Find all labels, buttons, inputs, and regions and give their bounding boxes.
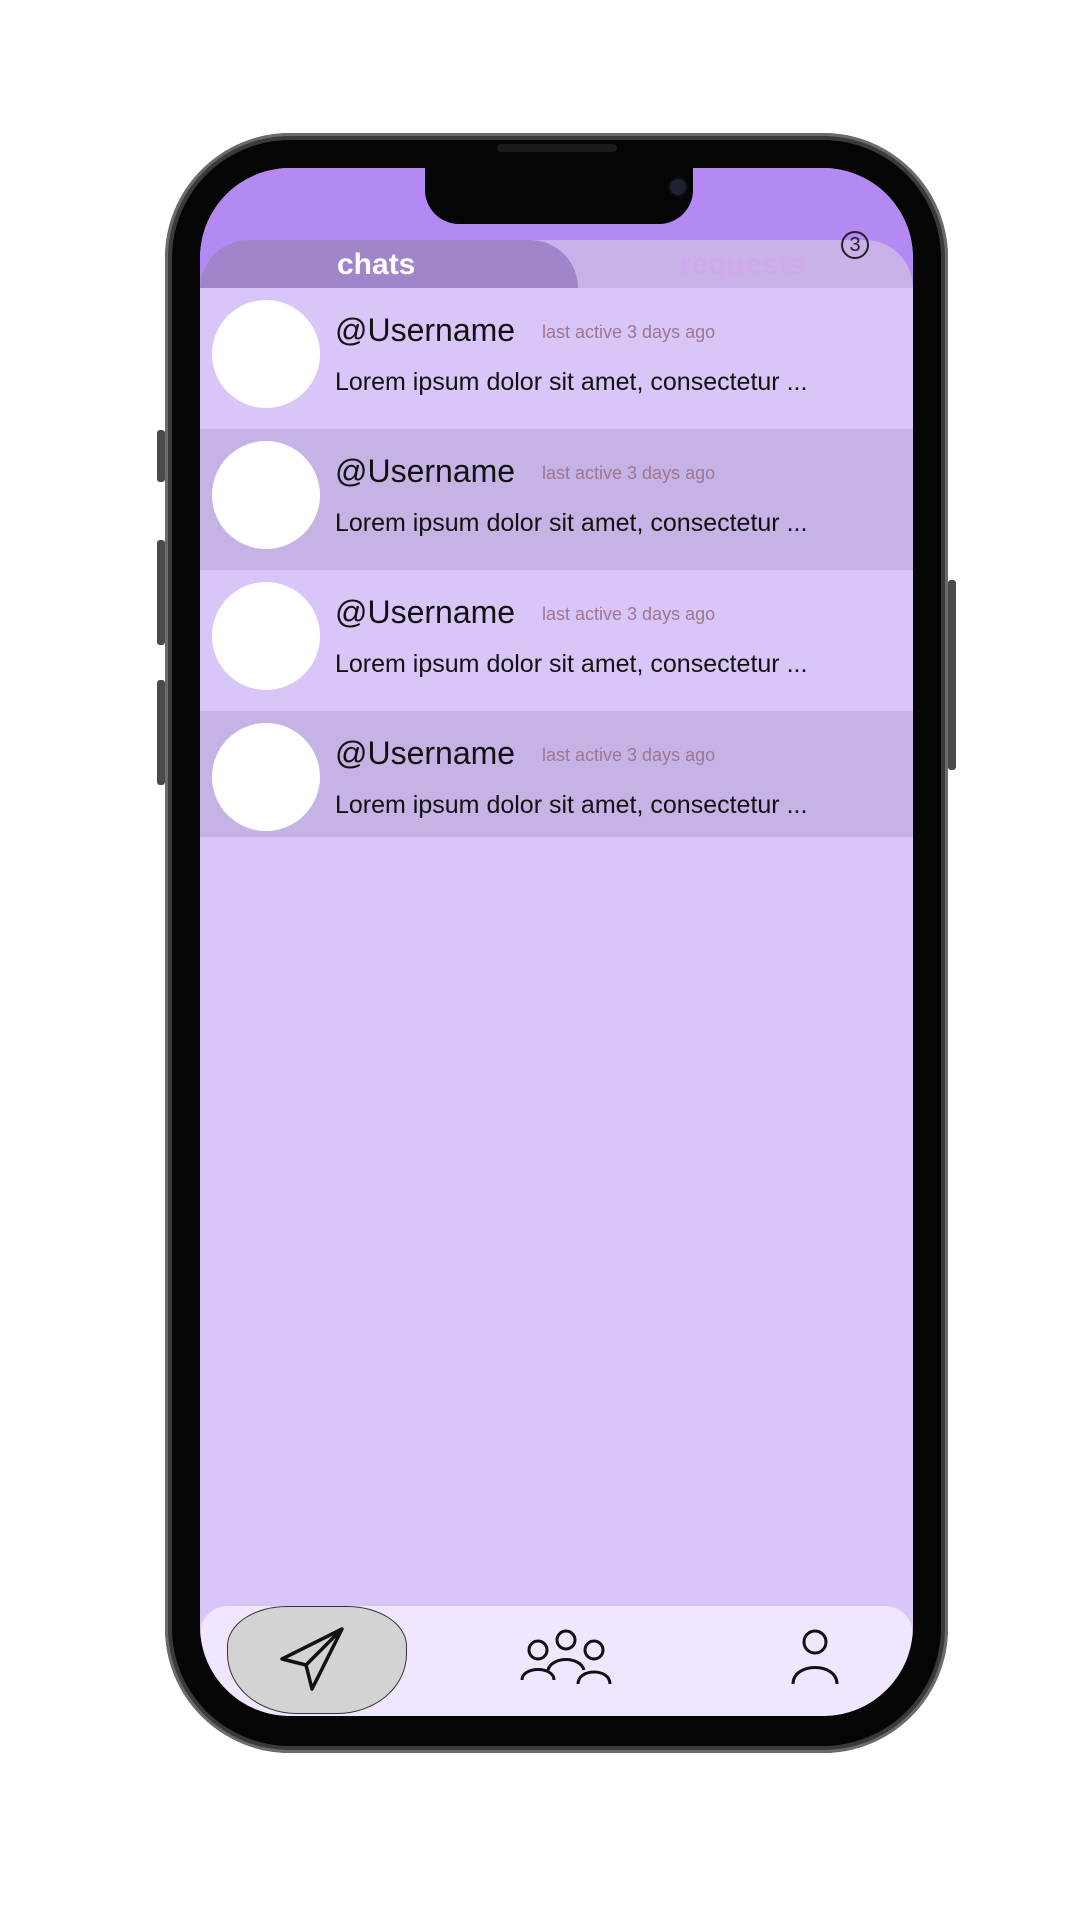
chat-preview: Lorem ipsum dolor sit amet, consectetur … xyxy=(335,368,808,396)
bottom-nav xyxy=(200,1606,913,1716)
chat-last-active: last active 3 days ago xyxy=(542,322,716,342)
notch xyxy=(425,168,693,224)
requests-badge: 3 xyxy=(841,231,869,259)
avatar xyxy=(212,300,320,408)
chat-username: @Username xyxy=(335,453,516,489)
chat-preview: Lorem ipsum dolor sit amet, consectetur … xyxy=(335,509,808,537)
group-icon[interactable] xyxy=(518,1628,614,1688)
tab-chats[interactable]: chats xyxy=(200,240,578,288)
phone-screen: requests 3 chats @Username last active 3… xyxy=(200,168,913,1716)
avatar xyxy=(212,441,320,549)
chat-last-active: last active 3 days ago xyxy=(542,463,716,483)
phone-side-button xyxy=(948,580,956,770)
nav-send-button[interactable] xyxy=(227,1606,407,1714)
chat-preview: Lorem ipsum dolor sit amet, consectetur … xyxy=(335,650,808,678)
phone-speaker xyxy=(497,144,617,152)
phone-side-button xyxy=(157,430,165,482)
avatar xyxy=(212,582,320,690)
chat-last-active: last active 3 days ago xyxy=(542,604,716,624)
chat-username: @Username xyxy=(335,312,516,348)
chat-list-item[interactable]: @Username last active 3 days ago Lorem i… xyxy=(200,570,913,711)
profile-icon[interactable] xyxy=(790,1628,840,1686)
phone-side-button xyxy=(157,540,165,645)
chat-list-item[interactable]: @Username last active 3 days ago Lorem i… xyxy=(200,288,913,429)
chat-username: @Username xyxy=(335,594,516,630)
camera-icon xyxy=(670,179,686,195)
phone-side-button xyxy=(157,680,165,785)
chat-list-item[interactable]: @Username last active 3 days ago Lorem i… xyxy=(200,429,913,570)
chat-username: @Username xyxy=(335,735,516,771)
tab-requests-label: requests xyxy=(680,248,806,281)
chat-last-active: last active 3 days ago xyxy=(542,745,716,765)
chat-list-item[interactable]: @Username last active 3 days ago Lorem i… xyxy=(200,711,913,837)
chat-preview: Lorem ipsum dolor sit amet, consectetur … xyxy=(335,791,808,819)
send-icon xyxy=(276,1623,348,1695)
tab-chats-label: chats xyxy=(337,248,416,281)
avatar xyxy=(212,723,320,831)
